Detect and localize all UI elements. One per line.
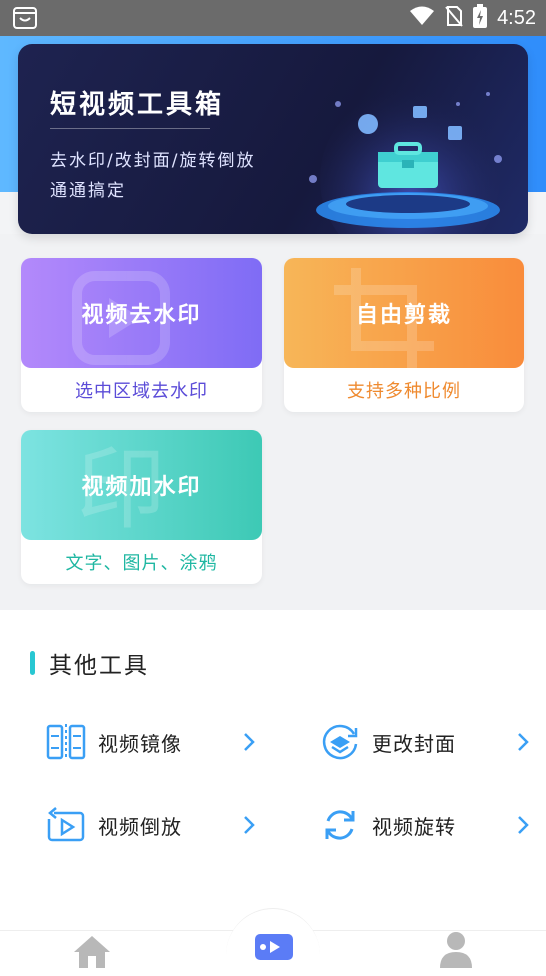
section-accent-bar [30,651,35,675]
home-icon [74,936,110,968]
feature-title: 视频加水印 [81,475,202,500]
status-time: 4:52 [497,6,536,29]
feature-tile: 自由剪裁 [284,258,524,368]
nav-profile[interactable] [434,928,478,972]
tool-label: 视频旋转 [372,814,456,839]
tool-label: 更改封面 [372,731,456,756]
feature-title: 自由剪裁 [355,303,452,328]
other-tools-section: 其他工具 [0,610,546,930]
battery-charging-icon [473,4,488,32]
toolbox-illustration [288,64,528,234]
chevron-right-icon [244,816,255,834]
feature-tile: 印 视频加水印 [21,430,262,540]
feature-subtitle: 文字、图片、涂鸦 [65,553,218,574]
tool-video-mirror[interactable]: 视频镜像 [46,720,256,764]
feature-free-crop[interactable]: 自由剪裁 支持多种比例 [284,258,524,412]
feature-subtitle: 选中区域去水印 [75,381,208,402]
tool-label: 视频镜像 [98,731,182,756]
feature-tile: 视频去水印 [21,258,262,368]
reverse-play-icon [46,805,86,845]
promo-banner[interactable]: 短视频工具箱 去水印/改封面/旋转倒放 通通搞定 [18,44,528,234]
feature-subtitle: 支持多种比例 [347,381,461,402]
tool-video-reverse[interactable]: 视频倒放 [46,803,256,847]
wifi-icon [409,6,435,30]
nav-video[interactable] [252,924,296,968]
chevron-right-icon [518,816,529,834]
tool-video-rotate[interactable]: 视频旋转 [320,803,530,847]
video-icon [255,934,293,960]
feature-title: 视频去水印 [81,303,202,328]
section-title: 其他工具 [49,653,149,679]
no-sim-icon [445,5,463,31]
notification-icon [12,6,38,30]
rotate-icon [320,805,360,845]
banner-title: 短视频工具箱 [50,90,225,120]
mirror-icon [46,722,86,762]
user-icon [440,932,472,968]
nav-home[interactable] [70,932,114,972]
feature-add-watermark[interactable]: 印 视频加水印 文字、图片、涂鸦 [21,430,262,584]
banner-divider [50,128,210,129]
chevron-right-icon [518,733,529,751]
banner-line-1: 去水印/改封面/旋转倒放 [50,151,256,171]
tool-label: 视频倒放 [98,814,182,839]
tool-change-cover[interactable]: 更改封面 [320,720,530,764]
section-header: 其他工具 [30,646,149,680]
status-bar: 4:52 [0,0,546,36]
banner-line-2: 通通搞定 [50,181,126,201]
cover-icon [320,722,360,762]
chevron-right-icon [244,733,255,751]
feature-remove-watermark[interactable]: 视频去水印 选中区域去水印 [21,258,262,412]
